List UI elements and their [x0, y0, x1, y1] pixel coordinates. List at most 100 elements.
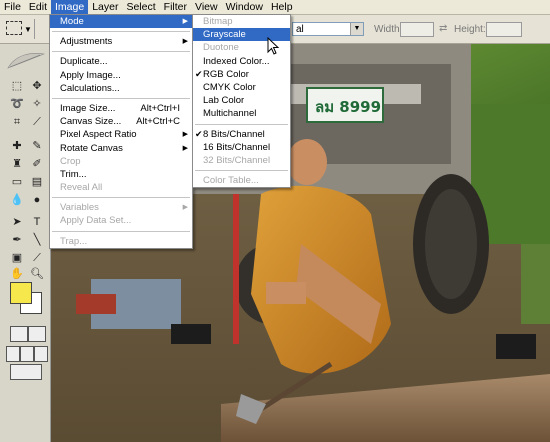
lasso-tool-icon[interactable]: ➰ [8, 96, 26, 112]
checkmark-icon: ✔ [195, 128, 203, 139]
submenu-arrow-icon: ▶ [182, 144, 188, 152]
image-menu-item-label: Adjustments [60, 36, 113, 48]
menu-file[interactable]: File [0, 0, 25, 14]
clone-stamp-icon[interactable]: ♜ [8, 156, 26, 172]
image-menu-item-label: Trap... [60, 235, 88, 247]
brush-tool-icon[interactable]: ✎ [28, 138, 46, 154]
mode-menu-item-cmyk-color[interactable]: CMYK Color [193, 81, 290, 94]
mode-menu-item-rgb-color[interactable]: ✔ RGB Color [193, 68, 290, 81]
image-menu-item-calculations[interactable]: Calculations... [50, 82, 192, 95]
notes-tool-icon[interactable]: ▣ [8, 250, 26, 266]
marquee-tool-icon[interactable]: ⬚ [8, 78, 26, 94]
mode-menu-item-bitmap: Bitmap [193, 15, 290, 28]
magic-wand-icon[interactable]: ✧ [28, 96, 46, 112]
image-menu-item-label: Reveal All [60, 182, 103, 194]
menu-edit[interactable]: Edit [25, 0, 51, 14]
image-menu-item-mode[interactable]: Mode ▶ [50, 15, 192, 29]
image-menu-item-label: Duplicate... [60, 56, 108, 68]
width-field[interactable] [400, 22, 434, 37]
mode-menu-item-label: 8 Bits/Channel [203, 128, 265, 140]
shape-tool-icon[interactable]: ╲ [28, 232, 46, 248]
mode-menu-separator [195, 123, 288, 125]
slice-tool-icon[interactable]: ⟋ [28, 114, 46, 130]
menu-select[interactable]: Select [122, 0, 159, 14]
move-tool-icon[interactable]: ✥ [28, 78, 46, 94]
mode-menu-item-16-bits-channel[interactable]: 16 Bits/Channel [193, 141, 290, 154]
mode-menu-item-label: 16 Bits/Channel [203, 141, 271, 153]
image-menu-item-label: Variables [60, 202, 99, 214]
eyedropper-icon[interactable]: ⟋ [28, 250, 46, 266]
height-field[interactable] [486, 22, 522, 37]
toolbox: ⬚ ✥ ➰ ✧ ⌗ ⟋ ✚ ✎ ♜ ✐ ▭ ▤ 💧 ● ➤ T ✒ ╲ ▣ ⟋ … [0, 44, 51, 442]
width-label: Width: [374, 24, 403, 35]
image-menu-item-shortcut: Alt+Ctrl+C [136, 116, 180, 128]
menu-view[interactable]: View [191, 0, 222, 14]
image-menu-item-rotate-canvas[interactable]: Rotate Canvas ▶ [50, 142, 192, 155]
foreground-color-swatch[interactable] [10, 282, 32, 304]
zoom-tool-icon[interactable]: 🔍︎ [28, 266, 46, 282]
image-menu-separator [52, 51, 190, 53]
screen-mode-full-icon[interactable] [34, 346, 48, 362]
image-menu-item-adjustments[interactable]: Adjustments ▶ [50, 35, 192, 48]
image-menu-item-canvas-size[interactable]: Canvas Size... Alt+Ctrl+C [50, 115, 192, 128]
menu-window[interactable]: Window [222, 0, 267, 14]
mode-menu-item-8-bits-channel[interactable]: ✔ 8 Bits/Channel [193, 128, 290, 141]
screen-mode-full-menu-icon[interactable] [20, 346, 34, 362]
menu-help[interactable]: Help [267, 0, 297, 14]
image-menu-item-duplicate[interactable]: Duplicate... [50, 55, 192, 68]
jump-to-imageready-icon[interactable] [10, 364, 42, 380]
mode-menu-item-label: RGB Color [203, 68, 249, 80]
submenu-arrow-icon: ▶ [182, 204, 188, 212]
menu-filter[interactable]: Filter [160, 0, 191, 14]
image-menu-item-trim[interactable]: Trim... [50, 168, 192, 181]
hand-tool-icon[interactable]: ✋ [8, 266, 26, 282]
image-menu-item-pixel-aspect-ratio[interactable]: Pixel Aspect Ratio ▶ [50, 128, 192, 141]
image-menu-item-image-size[interactable]: Image Size... Alt+Ctrl+I [50, 102, 192, 115]
mode-menu-separator [195, 170, 288, 172]
dodge-tool-icon[interactable]: ● [28, 192, 46, 208]
pen-tool-icon[interactable]: ✒ [8, 232, 26, 248]
type-tool-icon[interactable]: T [28, 214, 46, 230]
image-menu-item-variables: Variables ▶ [50, 201, 192, 214]
path-selection-icon[interactable]: ➤ [8, 214, 26, 230]
mode-menu-item-lab-color[interactable]: Lab Color [193, 94, 290, 107]
image-menu-item-label: Apply Image... [60, 69, 121, 81]
mode-menu-item-label: Indexed Color... [203, 55, 270, 67]
image-menu: Mode ▶ Adjustments ▶ Duplicate... Apply Image… [49, 14, 193, 249]
menu-image[interactable]: Image [51, 0, 89, 14]
image-menu-separator [52, 97, 190, 99]
quick-mask-icon[interactable] [28, 326, 46, 342]
checkmark-icon: ✔ [195, 68, 203, 79]
style-select[interactable]: al ▼ [292, 22, 364, 36]
image-menu-item-apply-image[interactable]: Apply Image... [50, 69, 192, 82]
feather-logo-icon [7, 53, 46, 69]
menu-layer[interactable]: Layer [88, 0, 122, 14]
image-menu-item-reveal-all: Reveal All [50, 181, 192, 194]
mode-menu-item-label: CMYK Color [203, 81, 256, 93]
menu-bar: File Edit Image Layer Select Filter View… [0, 0, 550, 15]
mode-menu-item-label: Lab Color [203, 95, 245, 107]
tool-preset-dropdown-icon[interactable]: ▼ [24, 25, 32, 34]
rectangular-marquee-icon[interactable] [6, 21, 22, 35]
image-menu-separator [52, 230, 190, 232]
options-separator [34, 19, 35, 39]
style-select-value: al [296, 24, 304, 35]
crop-tool-icon[interactable]: ⌗ [8, 114, 26, 130]
eraser-tool-icon[interactable]: ▭ [8, 174, 26, 190]
mode-menu-item-color-table: Color Table... [193, 174, 290, 187]
mode-menu-item-label: Bitmap [203, 16, 233, 27]
mouse-cursor-icon [267, 37, 280, 55]
swap-icon[interactable]: ⇄ [439, 23, 447, 34]
image-menu-item-label: Calculations... [60, 82, 120, 94]
screen-mode-standard-icon[interactable] [6, 346, 20, 362]
mode-menu-item-label: 32 Bits/Channel [203, 154, 271, 166]
history-brush-icon[interactable]: ✐ [28, 156, 46, 172]
image-menu-item-shortcut: Alt+Ctrl+I [140, 102, 180, 114]
healing-brush-icon[interactable]: ✚ [8, 138, 26, 154]
mode-menu-item-label: Grayscale [203, 29, 246, 41]
blur-tool-icon[interactable]: 💧 [8, 192, 26, 208]
submenu-arrow-icon: ▶ [182, 131, 188, 139]
mode-menu-item-multichannel[interactable]: Multichannel [193, 107, 290, 120]
standard-mode-icon[interactable] [10, 326, 28, 342]
gradient-tool-icon[interactable]: ▤ [28, 174, 46, 190]
